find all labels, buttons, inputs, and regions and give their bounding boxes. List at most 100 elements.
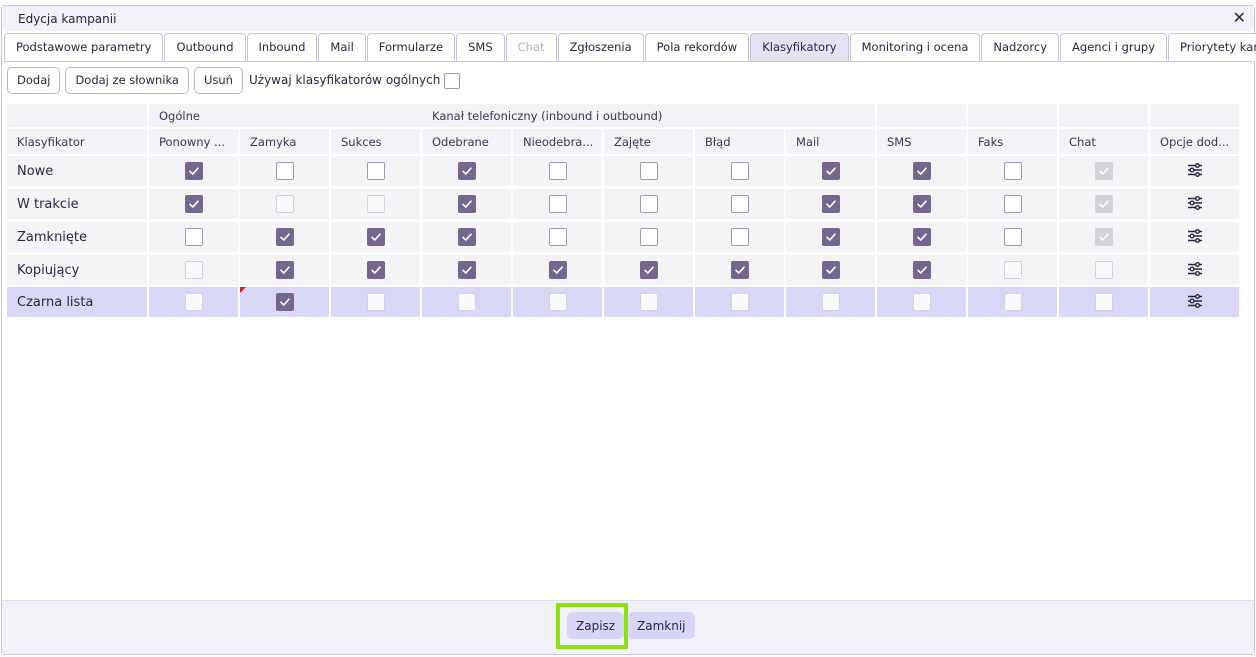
table-row-label[interactable]: Zamknięte: [7, 222, 147, 252]
checkbox-sms[interactable]: [912, 195, 931, 213]
close-button[interactable]: Zamknij: [628, 612, 695, 639]
column-header[interactable]: Zamyka: [240, 129, 329, 154]
table-cell: [786, 189, 875, 219]
table-cell: [1059, 189, 1148, 219]
checkbox-sms: [912, 293, 931, 311]
tab-11[interactable]: Nadzorcy: [981, 33, 1060, 61]
checkbox-bd[interactable]: [730, 162, 749, 180]
table-cell: [877, 222, 966, 252]
tab-8[interactable]: Pola rekordów: [644, 33, 750, 61]
column-header[interactable]: Klasyfikator: [7, 129, 147, 154]
checkbox-mail[interactable]: [821, 261, 840, 279]
checkbox-nieodebra[interactable]: [548, 195, 567, 213]
column-header[interactable]: Faks: [968, 129, 1057, 154]
table-row-label[interactable]: Kopiujący: [7, 255, 147, 285]
checkbox-nieodebra[interactable]: [548, 162, 567, 180]
header-group-blank: [7, 104, 147, 127]
checkbox-sukces[interactable]: [366, 261, 385, 279]
table-cell: [149, 255, 238, 285]
sliders-icon[interactable]: [1187, 293, 1203, 311]
checkbox-sms[interactable]: [912, 261, 931, 279]
tab-3[interactable]: Mail: [318, 33, 366, 61]
checkbox-faks[interactable]: [1003, 162, 1022, 180]
checkbox-chat: [1094, 261, 1113, 279]
column-header[interactable]: Chat: [1059, 129, 1148, 154]
save-button[interactable]: Zapisz: [567, 612, 625, 639]
checkbox-sms[interactable]: [912, 162, 931, 180]
table-cell: [877, 189, 966, 219]
table-cell: [968, 189, 1057, 219]
checkbox-bd[interactable]: [730, 228, 749, 246]
tab-10[interactable]: Monitoring i ocena: [849, 33, 981, 61]
checkbox-sukces[interactable]: [366, 228, 385, 246]
tab-13[interactable]: Priorytety kanałów: [1168, 33, 1256, 61]
table-cell: [1059, 222, 1148, 252]
column-header[interactable]: Zajęte: [604, 129, 693, 154]
checkbox-odebrane[interactable]: [457, 228, 476, 246]
column-header[interactable]: SMS: [877, 129, 966, 154]
column-header[interactable]: Błąd: [695, 129, 784, 154]
add-from-dictionary-button[interactable]: Dodaj ze słownika: [65, 66, 189, 94]
checkbox-odebrane[interactable]: [457, 261, 476, 279]
tab-7[interactable]: Zgłoszenia: [557, 33, 644, 61]
tab-2[interactable]: Inbound: [246, 33, 318, 61]
table-cell: [786, 287, 875, 317]
table-cell: [240, 255, 329, 285]
add-button[interactable]: Dodaj: [7, 66, 61, 94]
checkbox-bd[interactable]: [730, 261, 749, 279]
table-cell: [695, 287, 784, 317]
checkbox-zajte[interactable]: [639, 195, 658, 213]
table-cell-options: [1150, 189, 1239, 219]
column-header[interactable]: Opcje dod...: [1150, 129, 1239, 154]
checkbox-sukces[interactable]: [366, 162, 385, 180]
tab-5[interactable]: SMS: [456, 33, 505, 61]
checkbox-ponowny[interactable]: [184, 228, 203, 246]
checkbox-mail[interactable]: [821, 162, 840, 180]
checkbox-ponowny: [184, 293, 203, 311]
column-header[interactable]: Nieodebra...: [513, 129, 602, 154]
use-general-classifiers-checkbox[interactable]: [444, 73, 461, 89]
checkbox-faks[interactable]: [1003, 195, 1022, 213]
table-row-label[interactable]: W trakcie: [7, 189, 147, 219]
table-cell: [240, 222, 329, 252]
column-header[interactable]: Sukces: [331, 129, 420, 154]
tab-1[interactable]: Outbound: [164, 33, 246, 61]
tab-12[interactable]: Agenci i grupy: [1060, 33, 1168, 61]
checkbox-sms[interactable]: [912, 228, 931, 246]
checkbox-zamyka[interactable]: [275, 162, 294, 180]
sliders-icon[interactable]: [1187, 195, 1203, 213]
table-row-label[interactable]: Czarna lista: [7, 287, 147, 317]
table-cell: [968, 156, 1057, 186]
checkbox-zajte[interactable]: [639, 228, 658, 246]
checkbox-zamyka[interactable]: [275, 293, 294, 311]
remove-button[interactable]: Usuń: [193, 66, 243, 94]
use-general-classifiers-label: Używaj klasyfikatorów ogólnych: [248, 73, 441, 87]
checkbox-zamyka[interactable]: [275, 228, 294, 246]
checkbox-mail[interactable]: [821, 228, 840, 246]
checkbox-nieodebra[interactable]: [548, 261, 567, 279]
checkbox-zamyka[interactable]: [275, 261, 294, 279]
sliders-icon[interactable]: [1187, 261, 1203, 279]
column-header[interactable]: Mail: [786, 129, 875, 154]
checkbox-odebrane[interactable]: [457, 162, 476, 180]
tab-4[interactable]: Formularze: [366, 33, 456, 61]
column-header[interactable]: Odebrane: [422, 129, 511, 154]
tab-9[interactable]: Klasyfikatory: [750, 33, 849, 61]
checkbox-chat: [1094, 228, 1113, 246]
sliders-icon[interactable]: [1187, 228, 1203, 246]
checkbox-ponowny[interactable]: [184, 162, 203, 180]
checkbox-zajte[interactable]: [639, 162, 658, 180]
checkbox-mail[interactable]: [821, 195, 840, 213]
tab-0[interactable]: Podstawowe parametry: [4, 33, 164, 61]
table-cell: [1059, 287, 1148, 317]
checkbox-odebrane[interactable]: [457, 195, 476, 213]
column-header[interactable]: Ponowny ...: [149, 129, 238, 154]
checkbox-nieodebra[interactable]: [548, 228, 567, 246]
checkbox-ponowny[interactable]: [184, 195, 203, 213]
checkbox-bd[interactable]: [730, 195, 749, 213]
checkbox-faks[interactable]: [1003, 228, 1022, 246]
sliders-icon[interactable]: [1187, 162, 1203, 180]
table-row-label[interactable]: Nowe: [7, 156, 147, 186]
checkbox-zajte[interactable]: [639, 261, 658, 279]
close-icon[interactable]: ✕: [1233, 9, 1246, 27]
